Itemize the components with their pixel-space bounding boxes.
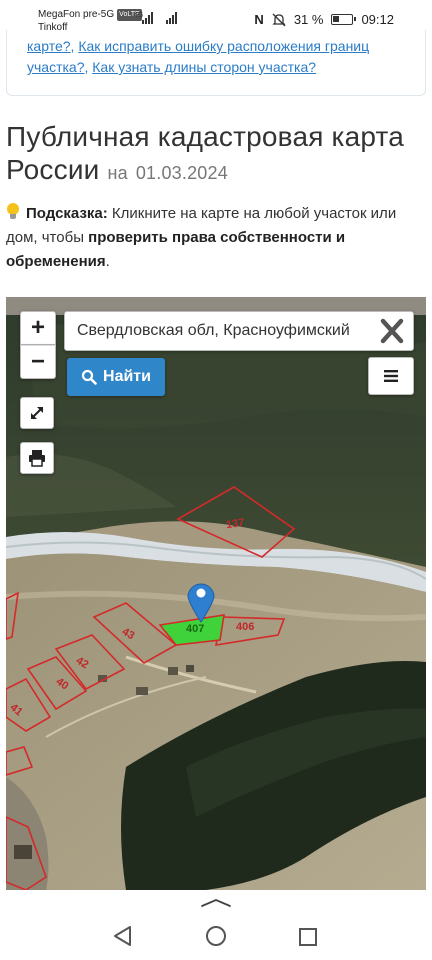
zoom-in-button[interactable]: + (20, 311, 56, 345)
plot-label-406[interactable]: 406 (236, 621, 254, 633)
signal-icon (142, 12, 153, 24)
title-date: 01.03.2024 (135, 163, 228, 183)
nfc-icon: N (254, 12, 264, 27)
mute-icon (272, 13, 286, 26)
title-date-prefix: на (107, 163, 128, 183)
map-search-box (64, 311, 414, 351)
plot-label-407[interactable]: 407 (186, 623, 204, 635)
map-pin-icon[interactable] (186, 577, 216, 623)
swipe-up-handle-icon[interactable] (200, 898, 232, 908)
close-icon[interactable] (377, 317, 407, 345)
fullscreen-icon (31, 407, 43, 419)
battery-percent: 31 % (293, 12, 324, 27)
page-title: Публичная кадастровая карта России на 01… (6, 121, 405, 185)
home-icon[interactable] (205, 925, 227, 947)
hint-label: Подсказка: (26, 205, 108, 222)
menu-icon (384, 370, 398, 382)
zoom-out-button[interactable]: − (20, 345, 56, 379)
search-icon (81, 369, 97, 385)
help-link-3[interactable]: Как узнать длины сторон участка? (92, 59, 316, 75)
plot-label-137[interactable]: 137 (225, 517, 245, 531)
help-link-1[interactable]: карте? (27, 38, 71, 54)
carrier-name: MegaFon pre-5G VoLTE (38, 9, 142, 21)
recent-apps-icon[interactable] (298, 927, 318, 947)
search-input[interactable] (65, 312, 365, 350)
printer-icon (29, 450, 45, 467)
find-button[interactable]: Найти (67, 358, 165, 396)
cadastral-map[interactable]: 137 407 406 43 42 40 41 + − Найти (6, 297, 426, 890)
help-links-box: карте?, Как исправить ошибку расположени… (6, 30, 426, 96)
fullscreen-button[interactable] (20, 397, 54, 429)
layers-menu-button[interactable] (368, 357, 414, 395)
back-icon[interactable] (112, 925, 134, 947)
print-button[interactable] (20, 442, 54, 474)
lightbulb-icon (6, 203, 20, 221)
battery-icon (331, 14, 357, 25)
hint-text: Подсказка: Кликните на карте на любой уч… (6, 203, 397, 270)
clock: 09:12 (361, 12, 394, 27)
find-button-label: Найти (103, 368, 151, 385)
signal-icon-2 (166, 12, 177, 24)
